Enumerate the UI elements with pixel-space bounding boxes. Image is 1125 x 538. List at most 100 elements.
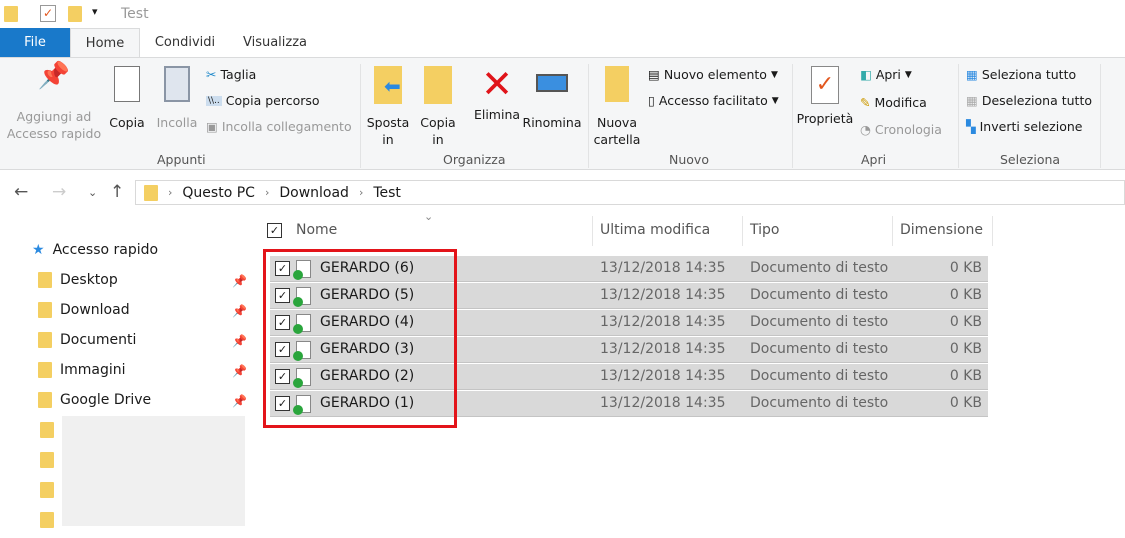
folder-icon[interactable] bbox=[40, 422, 54, 438]
column-header-modified[interactable]: Ultima modifica bbox=[600, 222, 710, 238]
delete-button[interactable]: ✕ Elimina bbox=[472, 62, 522, 123]
folder-icon bbox=[144, 184, 158, 201]
pin-icon[interactable]: 📌 bbox=[232, 334, 247, 348]
group-label-nuovo: Nuovo bbox=[669, 152, 709, 167]
copy-to-icon bbox=[424, 66, 452, 104]
deselect-all-icon: ▦ bbox=[966, 93, 978, 108]
properties-button[interactable]: ✓ Proprietà bbox=[796, 66, 854, 127]
new-folder-button[interactable]: Nuova cartella bbox=[592, 66, 642, 148]
open-button[interactable]: ◧ Apri ▼ bbox=[860, 67, 912, 82]
breadcrumb-item[interactable]: Download bbox=[279, 185, 349, 201]
file-modified: 13/12/2018 14:35 bbox=[600, 368, 726, 384]
new-item-button[interactable]: ▤ Nuovo elemento ▼ bbox=[648, 67, 778, 82]
open-icon: ◧ bbox=[860, 67, 872, 82]
file-size: 0 KB bbox=[949, 368, 982, 384]
file-modified: 13/12/2018 14:35 bbox=[600, 395, 726, 411]
easy-access-button[interactable]: ▯ Accesso facilitato ▼ bbox=[648, 93, 779, 108]
breadcrumb-item[interactable]: Questo PC bbox=[182, 185, 255, 201]
tab-home[interactable]: Home bbox=[70, 28, 140, 57]
nav-item-immagini[interactable]: Immagini bbox=[38, 362, 126, 378]
address-bar[interactable]: › Questo PC › Download › Test bbox=[135, 180, 1125, 205]
paste-shortcut-button[interactable]: ▣ Incolla collegamento bbox=[206, 119, 352, 134]
properties-icon: ✓ bbox=[811, 66, 839, 104]
pin-icon[interactable]: 📌 bbox=[232, 394, 247, 408]
paste-shortcut-icon: ▣ bbox=[206, 119, 218, 134]
new-item-icon: ▤ bbox=[648, 67, 660, 82]
file-modified: 13/12/2018 14:35 bbox=[600, 287, 726, 303]
folder-icon bbox=[4, 6, 18, 22]
pin-icon[interactable]: 📌 bbox=[232, 364, 247, 378]
file-size: 0 KB bbox=[949, 287, 982, 303]
new-folder-icon bbox=[605, 66, 629, 102]
pin-quick-access-button[interactable]: 📌 Aggiungi ad Accesso rapido bbox=[6, 61, 102, 142]
file-type: Documento di testo bbox=[750, 341, 889, 357]
folder-icon[interactable] bbox=[40, 482, 54, 498]
group-label-apri: Apri bbox=[861, 152, 887, 167]
invert-selection-button[interactable]: ▚ Inverti selezione bbox=[966, 119, 1082, 134]
easy-access-icon: ▯ bbox=[648, 93, 655, 108]
pin-icon: 📌 bbox=[37, 61, 71, 91]
copy-to-button[interactable]: Copia in bbox=[418, 66, 458, 148]
file-size: 0 KB bbox=[949, 395, 982, 411]
file-size: 0 KB bbox=[949, 341, 982, 357]
sort-chevron-icon: ⌄ bbox=[424, 210, 434, 223]
nav-item-desktop[interactable]: Desktop bbox=[38, 272, 118, 288]
group-label-organizza: Organizza bbox=[443, 152, 506, 167]
up-button[interactable]: ↑ bbox=[110, 182, 124, 202]
window-title: Test bbox=[121, 6, 149, 22]
cut-button[interactable]: ✂ Taglia bbox=[206, 67, 256, 82]
tab-visualizza[interactable]: Visualizza bbox=[235, 28, 315, 57]
file-type: Documento di testo bbox=[750, 260, 889, 276]
nav-item-google-drive[interactable]: Google Drive bbox=[38, 392, 151, 408]
group-label-appunti: Appunti bbox=[157, 152, 206, 167]
paste-button[interactable]: Incolla bbox=[154, 66, 200, 131]
select-all-checkbox[interactable]: ✓ bbox=[267, 223, 282, 238]
folder-icon[interactable] bbox=[40, 512, 54, 528]
clipboard-icon bbox=[164, 66, 190, 102]
breadcrumb-item[interactable]: Test bbox=[373, 185, 401, 201]
move-to-button[interactable]: ⬅ Sposta in bbox=[366, 66, 410, 148]
file-type: Documento di testo bbox=[750, 314, 889, 330]
select-all-button[interactable]: ▦ Seleziona tutto bbox=[966, 67, 1076, 82]
delete-x-icon: ✕ bbox=[481, 62, 513, 106]
google-drive-folder-icon bbox=[38, 392, 52, 408]
column-header-size[interactable]: Dimensione bbox=[900, 222, 983, 238]
recent-locations-chevron-icon[interactable]: ⌄ bbox=[88, 186, 97, 199]
navigation-pane: ★ Accesso rapido Desktop Download Documen… bbox=[0, 230, 255, 538]
history-button[interactable]: ◔ Cronologia bbox=[860, 122, 942, 137]
back-button[interactable]: ← bbox=[14, 182, 28, 202]
scissors-icon: ✂ bbox=[206, 67, 217, 82]
redacted-area bbox=[62, 416, 245, 526]
file-modified: 13/12/2018 14:35 bbox=[600, 260, 726, 276]
edit-button[interactable]: ✎ Modifica bbox=[860, 95, 927, 110]
new-folder-qat-icon[interactable] bbox=[68, 6, 82, 22]
ribbon: 📌 Aggiungi ad Accesso rapido Copia Incol… bbox=[0, 57, 1125, 170]
copy-button[interactable]: Copia bbox=[106, 66, 148, 131]
forward-button[interactable]: → bbox=[52, 182, 66, 202]
file-size: 0 KB bbox=[949, 260, 982, 276]
deselect-all-button[interactable]: ▦ Deseleziona tutto bbox=[966, 93, 1092, 108]
column-header-type[interactable]: Tipo bbox=[750, 222, 779, 238]
tab-file[interactable]: File bbox=[0, 28, 70, 57]
desktop-folder-icon bbox=[38, 272, 52, 288]
history-icon: ◔ bbox=[860, 122, 871, 137]
pin-icon[interactable]: 📌 bbox=[232, 274, 247, 288]
pin-icon[interactable]: 📌 bbox=[232, 304, 247, 318]
star-icon: ★ bbox=[32, 242, 45, 258]
rename-icon bbox=[536, 74, 568, 92]
file-modified: 13/12/2018 14:35 bbox=[600, 314, 726, 330]
title-bar: ✓ ▾ Test bbox=[0, 0, 1125, 28]
nav-quick-access[interactable]: ★ Accesso rapido bbox=[32, 242, 158, 258]
folder-icon[interactable] bbox=[40, 452, 54, 468]
download-folder-icon bbox=[38, 302, 52, 318]
properties-qat-icon[interactable]: ✓ bbox=[40, 5, 56, 22]
copy-path-button[interactable]: \\.. Copia percorso bbox=[206, 93, 320, 108]
nav-item-download[interactable]: Download bbox=[38, 302, 130, 318]
customize-qat-icon[interactable]: ▾ bbox=[92, 5, 98, 18]
nav-item-documenti[interactable]: Documenti bbox=[38, 332, 136, 348]
highlight-box bbox=[263, 249, 457, 428]
file-type: Documento di testo bbox=[750, 395, 889, 411]
tab-condividi[interactable]: Condividi bbox=[145, 28, 225, 57]
column-header-name[interactable]: Nome bbox=[296, 222, 337, 238]
rename-button[interactable]: Rinomina bbox=[522, 66, 582, 131]
